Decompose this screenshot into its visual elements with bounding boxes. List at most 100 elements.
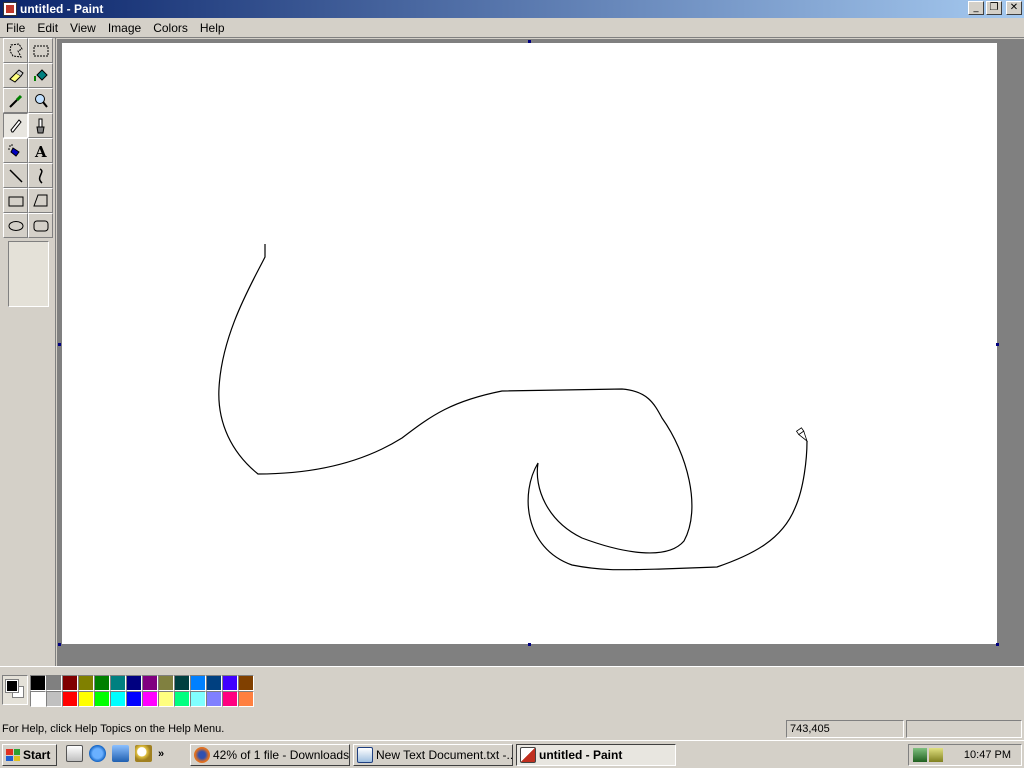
menu-colors[interactable]: Colors (147, 21, 194, 35)
tool-fill[interactable] (28, 63, 53, 88)
palette-swatch[interactable] (238, 691, 254, 707)
taskbar-button-paint[interactable]: untitled - Paint (516, 744, 676, 766)
color-palette (30, 675, 254, 707)
palette-swatch[interactable] (158, 691, 174, 707)
restore-button[interactable]: ❐ (986, 1, 1002, 15)
resize-handle-bottom-right[interactable] (996, 643, 999, 646)
system-tray: 10:47 PM (908, 744, 1022, 766)
quick-launch: » (66, 745, 164, 762)
palette-swatch[interactable] (190, 675, 206, 691)
resize-handle-top[interactable] (528, 40, 531, 43)
palette-swatch[interactable] (78, 691, 94, 707)
menu-image[interactable]: Image (102, 21, 147, 35)
quick-launch-more[interactable]: » (158, 748, 164, 760)
paint-app-icon[interactable] (3, 2, 17, 16)
palette-swatch[interactable] (46, 691, 62, 707)
tool-options-box[interactable] (8, 241, 49, 307)
palette-swatch[interactable] (46, 675, 62, 691)
brush-icon (35, 118, 45, 133)
curve-icon (38, 167, 43, 184)
palette-swatch[interactable] (174, 675, 190, 691)
outlook-express-icon[interactable] (112, 745, 129, 762)
fill-bucket-icon (33, 68, 48, 81)
show-desktop-icon[interactable] (66, 745, 83, 762)
current-colors[interactable] (2, 675, 28, 705)
palette-swatch[interactable] (30, 675, 46, 691)
tool-pick-color[interactable] (3, 88, 28, 113)
palette-swatch[interactable] (62, 691, 78, 707)
palette-swatch[interactable] (30, 691, 46, 707)
color-box (0, 666, 1024, 716)
rounded-rect-icon (33, 220, 48, 231)
palette-swatch[interactable] (110, 691, 126, 707)
palette-swatch[interactable] (126, 691, 142, 707)
taskbar-button-downloads[interactable]: 42% of 1 file - Downloads (190, 744, 350, 766)
tool-rounded-rectangle[interactable] (28, 213, 53, 238)
free-select-icon (8, 42, 23, 58)
menu-file[interactable]: File (0, 21, 31, 35)
palette-swatch[interactable] (206, 691, 222, 707)
tool-free-form-select[interactable] (3, 38, 28, 63)
tool-rectangle[interactable] (3, 188, 28, 213)
palette-swatch[interactable] (126, 675, 142, 691)
minimize-button[interactable]: _ (968, 1, 984, 15)
drawing-stroke (218, 244, 808, 571)
canvas-work-area (57, 39, 1024, 666)
network-icon[interactable] (913, 748, 927, 762)
svg-text:A: A (34, 143, 47, 160)
tool-polygon[interactable] (28, 188, 53, 213)
menu-view[interactable]: View (64, 21, 102, 35)
menu-edit[interactable]: Edit (31, 21, 64, 35)
tool-eraser[interactable] (3, 63, 28, 88)
close-button[interactable]: ✕ (1006, 1, 1022, 15)
tool-brush[interactable] (28, 113, 53, 138)
resize-handle-bottom-left[interactable] (58, 643, 61, 646)
resize-handle-bottom[interactable] (528, 643, 531, 646)
eraser-icon (8, 68, 24, 83)
paint-icon (520, 747, 536, 763)
magnifier-icon (34, 93, 48, 108)
tray-app-icon[interactable] (929, 748, 943, 762)
palette-swatch[interactable] (174, 691, 190, 707)
internet-explorer-icon[interactable] (89, 745, 106, 762)
window-title: untitled - Paint (20, 2, 104, 16)
palette-swatch[interactable] (142, 675, 158, 691)
palette-swatch[interactable] (78, 675, 94, 691)
palette-swatch[interactable] (206, 675, 222, 691)
tool-curve[interactable] (28, 163, 53, 188)
tool-magnifier[interactable] (28, 88, 53, 113)
palette-swatch[interactable] (190, 691, 206, 707)
tool-select[interactable] (28, 38, 53, 63)
rect-select-icon (33, 45, 48, 56)
taskbar-button-notepad[interactable]: New Text Document.txt -... (353, 744, 513, 766)
drawing-canvas[interactable] (62, 43, 997, 644)
title-bar: untitled - Paint _ ❐ ✕ (0, 0, 1024, 18)
palette-swatch[interactable] (94, 675, 110, 691)
palette-swatch[interactable] (238, 675, 254, 691)
tool-line[interactable] (3, 163, 28, 188)
palette-swatch[interactable] (94, 691, 110, 707)
palette-swatch[interactable] (222, 675, 238, 691)
text-icon: A (34, 143, 47, 160)
taskbar-button-label: 42% of 1 file - Downloads (213, 748, 350, 762)
palette-swatch[interactable] (62, 675, 78, 691)
tool-text[interactable]: A (28, 138, 53, 163)
resize-handle-right[interactable] (996, 343, 999, 346)
taskbar: Start » 42% of 1 file - Downloads New Te… (0, 740, 1024, 768)
palette-swatch[interactable] (110, 675, 126, 691)
tool-box: A (0, 38, 56, 666)
menu-help[interactable]: Help (194, 21, 231, 35)
palette-swatch[interactable] (142, 691, 158, 707)
tool-airbrush[interactable] (3, 138, 28, 163)
eyedropper-icon (8, 94, 22, 108)
start-button[interactable]: Start (2, 744, 57, 766)
tool-pencil[interactable] (3, 113, 28, 138)
clock[interactable]: 10:47 PM (964, 749, 1011, 761)
resize-handle-left[interactable] (58, 343, 61, 346)
search-icon[interactable] (135, 745, 152, 762)
menu-bar: File Edit View Image Colors Help (0, 18, 1024, 38)
palette-swatch[interactable] (158, 675, 174, 691)
pencil-icon (9, 118, 22, 132)
tool-ellipse[interactable] (3, 213, 28, 238)
palette-swatch[interactable] (222, 691, 238, 707)
